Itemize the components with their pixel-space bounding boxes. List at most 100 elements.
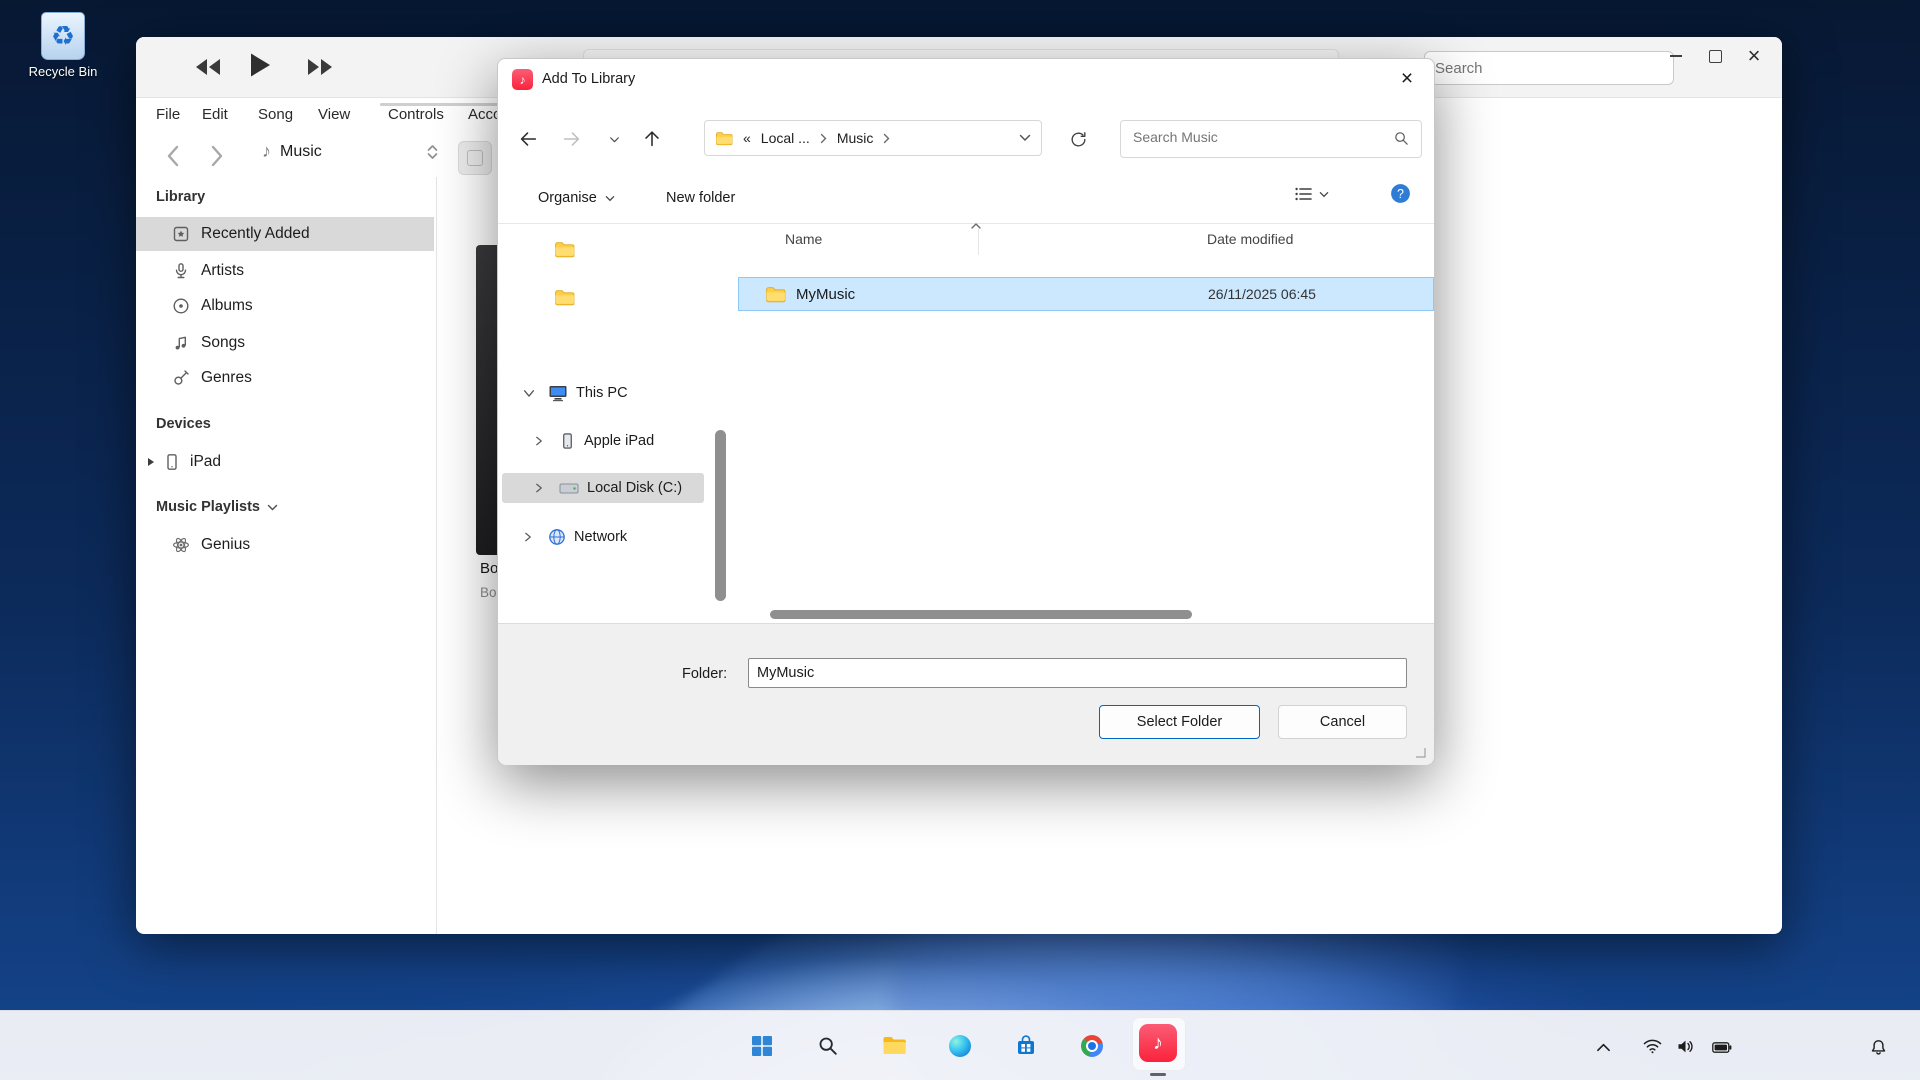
music-app-button[interactable]: ♪: [1139, 1024, 1177, 1062]
tray-expand-button[interactable]: [1596, 1042, 1611, 1052]
folder-field-label: Folder:: [682, 666, 727, 682]
sidebar-item-songs[interactable]: Songs: [136, 326, 434, 360]
breadcrumb-item-music[interactable]: Music: [837, 130, 874, 146]
view-toggle-button[interactable]: [458, 141, 492, 175]
nav-forward-button[interactable]: [210, 145, 224, 167]
chevron-collapsed-icon[interactable]: [533, 434, 545, 448]
dialog-title: Add To Library: [542, 71, 635, 87]
chevron-right-icon: [883, 133, 890, 144]
sidebar-item-albums[interactable]: Albums: [136, 289, 434, 323]
refresh-button[interactable]: [1064, 125, 1092, 153]
tree-item-folder[interactable]: [502, 282, 704, 312]
fast-forward-button[interactable]: [304, 57, 336, 77]
search-icon: [817, 1035, 839, 1057]
battery-icon[interactable]: [1712, 1042, 1732, 1053]
dialog-search[interactable]: [1120, 120, 1422, 158]
play-button[interactable]: [248, 51, 272, 79]
recently-added-icon: [172, 225, 190, 243]
breadcrumb[interactable]: « Local ... Music: [704, 120, 1042, 156]
file-date-modified: 26/11/2025 06:45: [1208, 286, 1316, 302]
column-divider[interactable]: [978, 229, 979, 255]
chevron-collapsed-icon[interactable]: [522, 530, 534, 544]
tree-item-folder[interactable]: [502, 234, 704, 264]
back-button[interactable]: [514, 125, 542, 153]
expander-icon[interactable]: [148, 458, 154, 466]
resize-grip[interactable]: [1414, 746, 1427, 759]
active-app-indicator: [1150, 1073, 1166, 1076]
this-pc-icon: [548, 384, 568, 402]
tree-item-label: Apple iPad: [584, 433, 654, 449]
sidebar-item-artists[interactable]: Artists: [136, 254, 434, 288]
chrome-browser-button[interactable]: [1081, 1035, 1103, 1057]
sidebar-item-label: Artists: [201, 262, 244, 280]
sidebar-item-label: iPad: [190, 453, 221, 471]
view-options-button[interactable]: [1294, 185, 1329, 203]
up-button[interactable]: [638, 125, 666, 153]
tree-item-this-pc[interactable]: This PC: [502, 378, 704, 408]
cancel-button[interactable]: Cancel: [1278, 705, 1407, 739]
sidebar-item-recently-added[interactable]: Recently Added: [136, 217, 434, 251]
column-header-name[interactable]: Name: [785, 231, 822, 247]
maximize-button[interactable]: [1698, 43, 1732, 69]
close-button[interactable]: ×: [1737, 43, 1771, 69]
chevron-expanded-icon[interactable]: [522, 386, 536, 400]
breadcrumb-item-local[interactable]: Local ...: [761, 130, 810, 146]
microsoft-store-button[interactable]: [1015, 1035, 1037, 1057]
menu-file[interactable]: File: [156, 106, 180, 123]
new-folder-label: New folder: [666, 190, 735, 206]
file-explorer-icon: [882, 1035, 907, 1056]
organise-label: Organise: [538, 190, 597, 206]
recycle-bin[interactable]: ♻ Recycle Bin: [18, 12, 108, 79]
chrome-icon-core: [1088, 1042, 1096, 1050]
notifications-bell-button[interactable]: [1870, 1039, 1887, 1056]
edge-browser-button[interactable]: [949, 1035, 971, 1057]
desktop: ♻ Recycle Bin ♪ × File Edit Song: [0, 0, 1920, 1080]
select-folder-button[interactable]: Select Folder: [1099, 705, 1260, 739]
menu-song[interactable]: Song: [258, 106, 293, 123]
chevron-collapsed-icon[interactable]: [533, 481, 545, 495]
dialog-search-input[interactable]: [1131, 128, 1385, 146]
menu-view[interactable]: View: [318, 106, 350, 123]
sidebar-item-ipad[interactable]: iPad: [136, 445, 434, 479]
rewind-button[interactable]: [192, 57, 224, 77]
help-button[interactable]: ?: [1390, 183, 1411, 204]
library-selector-label: Music: [280, 143, 322, 161]
column-header-date-modified[interactable]: Date modified: [1207, 231, 1293, 247]
minimize-button[interactable]: [1659, 43, 1693, 69]
file-explorer-button[interactable]: [882, 1035, 907, 1056]
file-row-mymusic[interactable]: MyMusic 26/11/2025 06:45: [738, 277, 1434, 311]
wifi-icon[interactable]: [1643, 1039, 1662, 1054]
start-button[interactable]: [751, 1035, 773, 1057]
sidebar: Library Recently Added Artists Albums: [136, 177, 436, 934]
volume-icon[interactable]: [1677, 1039, 1694, 1054]
sidebar-item-label: Albums: [201, 297, 253, 315]
forward-button[interactable]: [558, 125, 586, 153]
ipad-device-icon: [163, 453, 181, 471]
breadcrumb-overflow[interactable]: «: [743, 130, 751, 146]
sidebar-item-genres[interactable]: Genres: [136, 361, 434, 395]
new-folder-button[interactable]: New folder: [666, 181, 735, 215]
horizontal-scrollbar-thumb[interactable]: [770, 610, 1192, 619]
sidebar-header-music-playlists[interactable]: Music Playlists: [156, 499, 278, 515]
nav-back-button[interactable]: [166, 145, 180, 167]
tree-item-apple-ipad[interactable]: Apple iPad: [502, 426, 704, 456]
tree-item-label: Local Disk (C:): [587, 480, 682, 496]
dialog-music-icon: ♪: [512, 69, 533, 90]
recent-locations-chevron[interactable]: [600, 125, 628, 153]
organise-button[interactable]: Organise: [538, 181, 615, 215]
sidebar-header-label: Music Playlists: [156, 499, 260, 515]
library-selector[interactable]: ♪ Music: [262, 141, 438, 162]
folder-name-input[interactable]: [748, 658, 1407, 688]
tree-item-local-disk-c[interactable]: Local Disk (C:): [502, 473, 704, 503]
menu-controls[interactable]: Controls: [388, 106, 444, 123]
tree-item-network[interactable]: Network: [502, 522, 704, 552]
chevron-down-icon[interactable]: [1019, 134, 1031, 142]
search-input[interactable]: [1424, 51, 1674, 85]
vertical-scrollbar-thumb[interactable]: [715, 430, 726, 601]
cancel-label: Cancel: [1320, 714, 1365, 730]
menu-edit[interactable]: Edit: [202, 106, 228, 123]
sidebar-item-genius[interactable]: Genius: [136, 528, 434, 562]
dialog-close-button[interactable]: ×: [1384, 61, 1430, 97]
folder-icon: [554, 289, 575, 306]
taskbar-search-button[interactable]: [817, 1035, 839, 1057]
